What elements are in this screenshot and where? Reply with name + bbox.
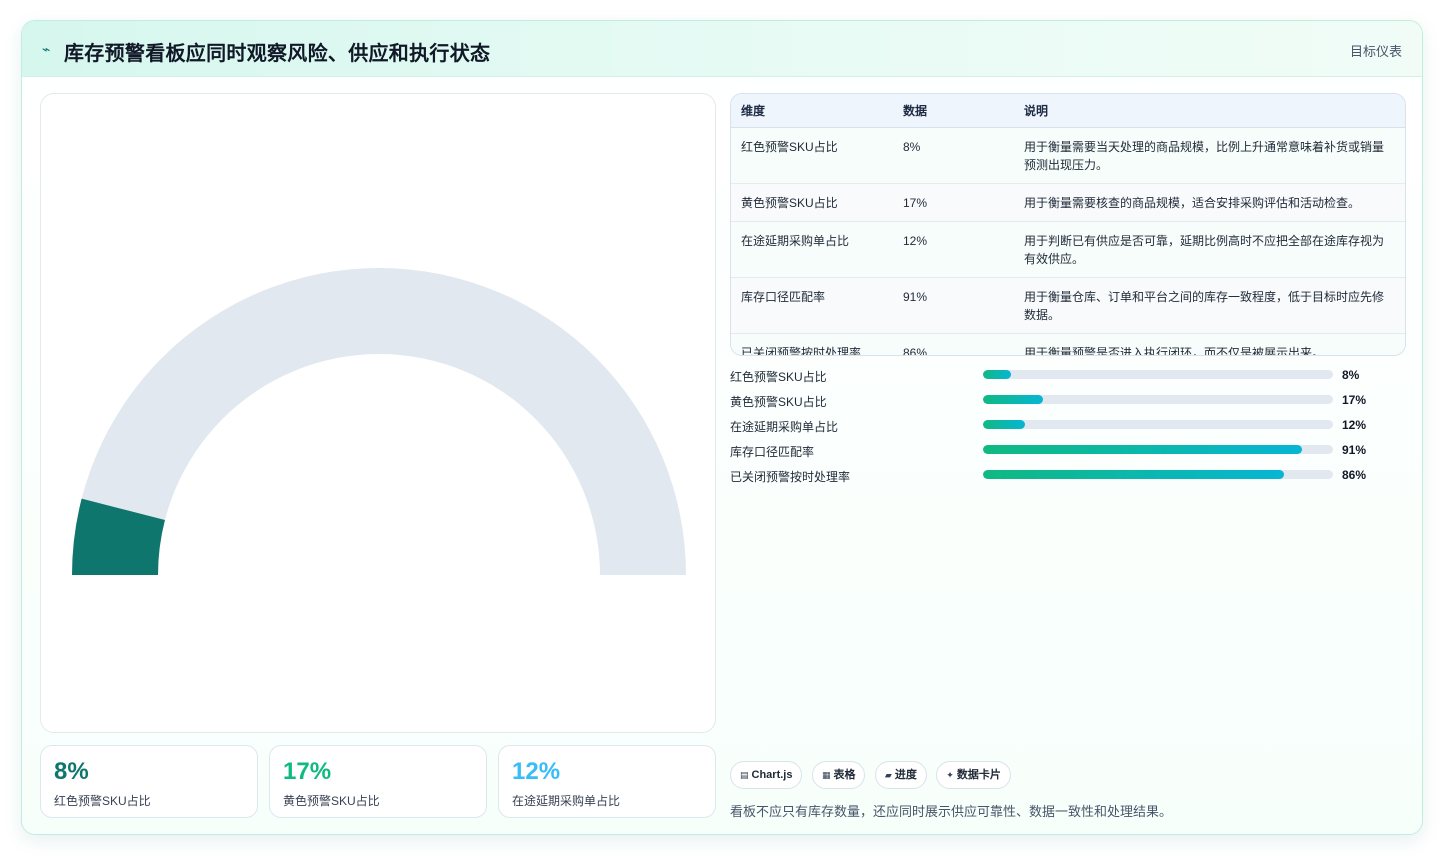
kpi-value: 12% bbox=[512, 758, 561, 785]
table-cell: 86% bbox=[903, 345, 928, 356]
card-icon: ✦ bbox=[946, 770, 954, 780]
kpi-value: 17% bbox=[283, 758, 332, 785]
table-cell: 用于判断已有供应是否可靠，延期比例高时不应把全部在途库存视为有效供应。 bbox=[1014, 221, 1405, 278]
progress-row: 已关闭预警按时处理率 86% bbox=[730, 466, 1406, 491]
table-cell: 8% bbox=[893, 127, 1014, 184]
table-row: 黄色预警SKU占比 17% 用于衡量需要核查的商品规模，适合安排采购评估和活动检… bbox=[731, 183, 1405, 222]
progress-icon: ▰ bbox=[884, 770, 892, 780]
table-cell: 库存口径匹配率 bbox=[731, 277, 893, 334]
progress-track bbox=[983, 420, 1333, 429]
table-cell: 17% bbox=[893, 183, 1014, 222]
tag-label: 进度 bbox=[894, 769, 917, 781]
table-cell: 用于衡量预警是否进入执行闭环，而不仅是被展示出来。 bbox=[1024, 345, 1325, 356]
tag-label: 数据卡片 bbox=[956, 769, 1001, 781]
tag-progress[interactable]: ▰ 进度 bbox=[874, 761, 927, 789]
table-row: 库存口径匹配率 91% 用于衡量仓库、订单和平台之间的库存一致程度，低于目标时应… bbox=[731, 277, 1405, 334]
progress-fill bbox=[983, 420, 1025, 429]
metrics-table: 维度 数据 说明 红色预警SKU占比 8% 用于衡量需要当天处理的商品规模，比例… bbox=[730, 93, 1406, 356]
progress-fill bbox=[983, 445, 1302, 454]
tag-label: 表格 bbox=[833, 769, 856, 781]
table-cell: 红色预警SKU占比 bbox=[731, 127, 893, 184]
gauge-svg bbox=[72, 268, 686, 575]
card-header: ⌁ 库存预警看板应同时观察风险、供应和执行状态 目标仪表 bbox=[22, 21, 1422, 77]
table-icon: ▦ bbox=[821, 770, 831, 780]
progress-track bbox=[983, 370, 1333, 379]
column-header: 说明 bbox=[1014, 94, 1405, 128]
progress-value: 12% bbox=[1342, 418, 1367, 432]
table-row: 已关闭预警按时处理率 86% 用于衡量预警是否进入执行闭环，而不仅是被展示出来。 bbox=[731, 333, 1405, 356]
progress-track bbox=[983, 445, 1333, 454]
kpi-card-red: 8% 红色预警SKU占比 bbox=[40, 745, 258, 818]
kpi-label: 红色预警SKU占比 bbox=[54, 794, 151, 808]
dashboard-card: ⌁ 库存预警看板应同时观察风险、供应和执行状态 目标仪表 8% 红色预警SKU占… bbox=[21, 20, 1423, 835]
table-row: 在途延期采购单占比 12% 用于判断已有供应是否可靠，延期比例高时不应把全部在途… bbox=[731, 221, 1405, 278]
progress-label: 库存口径匹配率 bbox=[730, 445, 815, 459]
progress-label: 红色预警SKU占比 bbox=[730, 370, 827, 384]
tag-label: Chart.js bbox=[751, 769, 793, 781]
tag-chartjs[interactable]: ▤ Chart.js bbox=[730, 761, 803, 789]
table-cell: 在途延期采购单占比 bbox=[731, 221, 893, 278]
progress-value: 17% bbox=[1342, 393, 1367, 407]
progress-track bbox=[983, 395, 1333, 404]
progress-list: 红色预警SKU占比 8% 黄色预警SKU占比 17% 在途延期采购单占比 12%… bbox=[730, 366, 1406, 491]
tech-tags: ▤ Chart.js ▦ 表格 ▰ 进度 ✦ 数据卡片 bbox=[730, 761, 1016, 789]
bolt-icon: ⌁ bbox=[42, 41, 51, 57]
footnote: 看板不应只有库存数量，还应同时展示供应可靠性、数据一致性和处理结果。 bbox=[730, 804, 1173, 819]
progress-row: 库存口径匹配率 91% bbox=[730, 441, 1406, 466]
progress-fill bbox=[983, 395, 1043, 404]
gauge-track bbox=[72, 268, 686, 575]
progress-value: 86% bbox=[1342, 468, 1367, 482]
progress-track bbox=[983, 470, 1333, 479]
progress-row: 在途延期采购单占比 12% bbox=[730, 416, 1406, 441]
kpi-card-delayed: 12% 在途延期采购单占比 bbox=[498, 745, 716, 818]
progress-label: 已关闭预警按时处理率 bbox=[730, 470, 851, 484]
table-cell: 已关闭预警按时处理率 bbox=[741, 345, 862, 356]
target-gauge-label: 目标仪表 bbox=[1349, 44, 1402, 59]
kpi-value: 8% bbox=[54, 758, 89, 785]
progress-value: 8% bbox=[1342, 368, 1360, 382]
column-header: 维度 bbox=[731, 94, 893, 128]
table-cell: 黄色预警SKU占比 bbox=[731, 183, 893, 222]
progress-fill bbox=[983, 370, 1011, 379]
kpi-label: 在途延期采购单占比 bbox=[512, 794, 621, 808]
progress-label: 黄色预警SKU占比 bbox=[730, 395, 827, 409]
table-cell: 用于衡量需要核查的商品规模，适合安排采购评估和活动检查。 bbox=[1014, 183, 1405, 222]
table-cell: 91% bbox=[893, 277, 1014, 334]
chart-icon: ▤ bbox=[740, 770, 749, 780]
progress-row: 红色预警SKU占比 8% bbox=[730, 366, 1406, 391]
kpi-label: 黄色预警SKU占比 bbox=[283, 794, 380, 808]
tag-table[interactable]: ▦ 表格 bbox=[811, 761, 866, 789]
column-header: 数据 bbox=[893, 94, 1014, 128]
table-cell: 用于衡量仓库、订单和平台之间的库存一致程度，低于目标时应先修数据。 bbox=[1014, 277, 1405, 334]
progress-value: 91% bbox=[1342, 443, 1367, 457]
page-title: 库存预警看板应同时观察风险、供应和执行状态 bbox=[64, 43, 491, 65]
table-cell: 12% bbox=[893, 221, 1014, 278]
tag-data-card[interactable]: ✦ 数据卡片 bbox=[936, 761, 1011, 789]
progress-label: 在途延期采购单占比 bbox=[730, 420, 839, 434]
progress-row: 黄色预警SKU占比 17% bbox=[730, 391, 1406, 416]
table-cell: 用于衡量需要当天处理的商品规模，比例上升通常意味着补货或销量预测出现压力。 bbox=[1014, 127, 1405, 184]
progress-fill bbox=[983, 470, 1284, 479]
table-row: 红色预警SKU占比 8% 用于衡量需要当天处理的商品规模，比例上升通常意味着补货… bbox=[731, 127, 1405, 184]
kpi-card-yellow: 17% 黄色预警SKU占比 bbox=[269, 745, 487, 818]
gauge-chart bbox=[40, 93, 716, 733]
table-header-row: 维度 数据 说明 bbox=[731, 94, 1405, 128]
